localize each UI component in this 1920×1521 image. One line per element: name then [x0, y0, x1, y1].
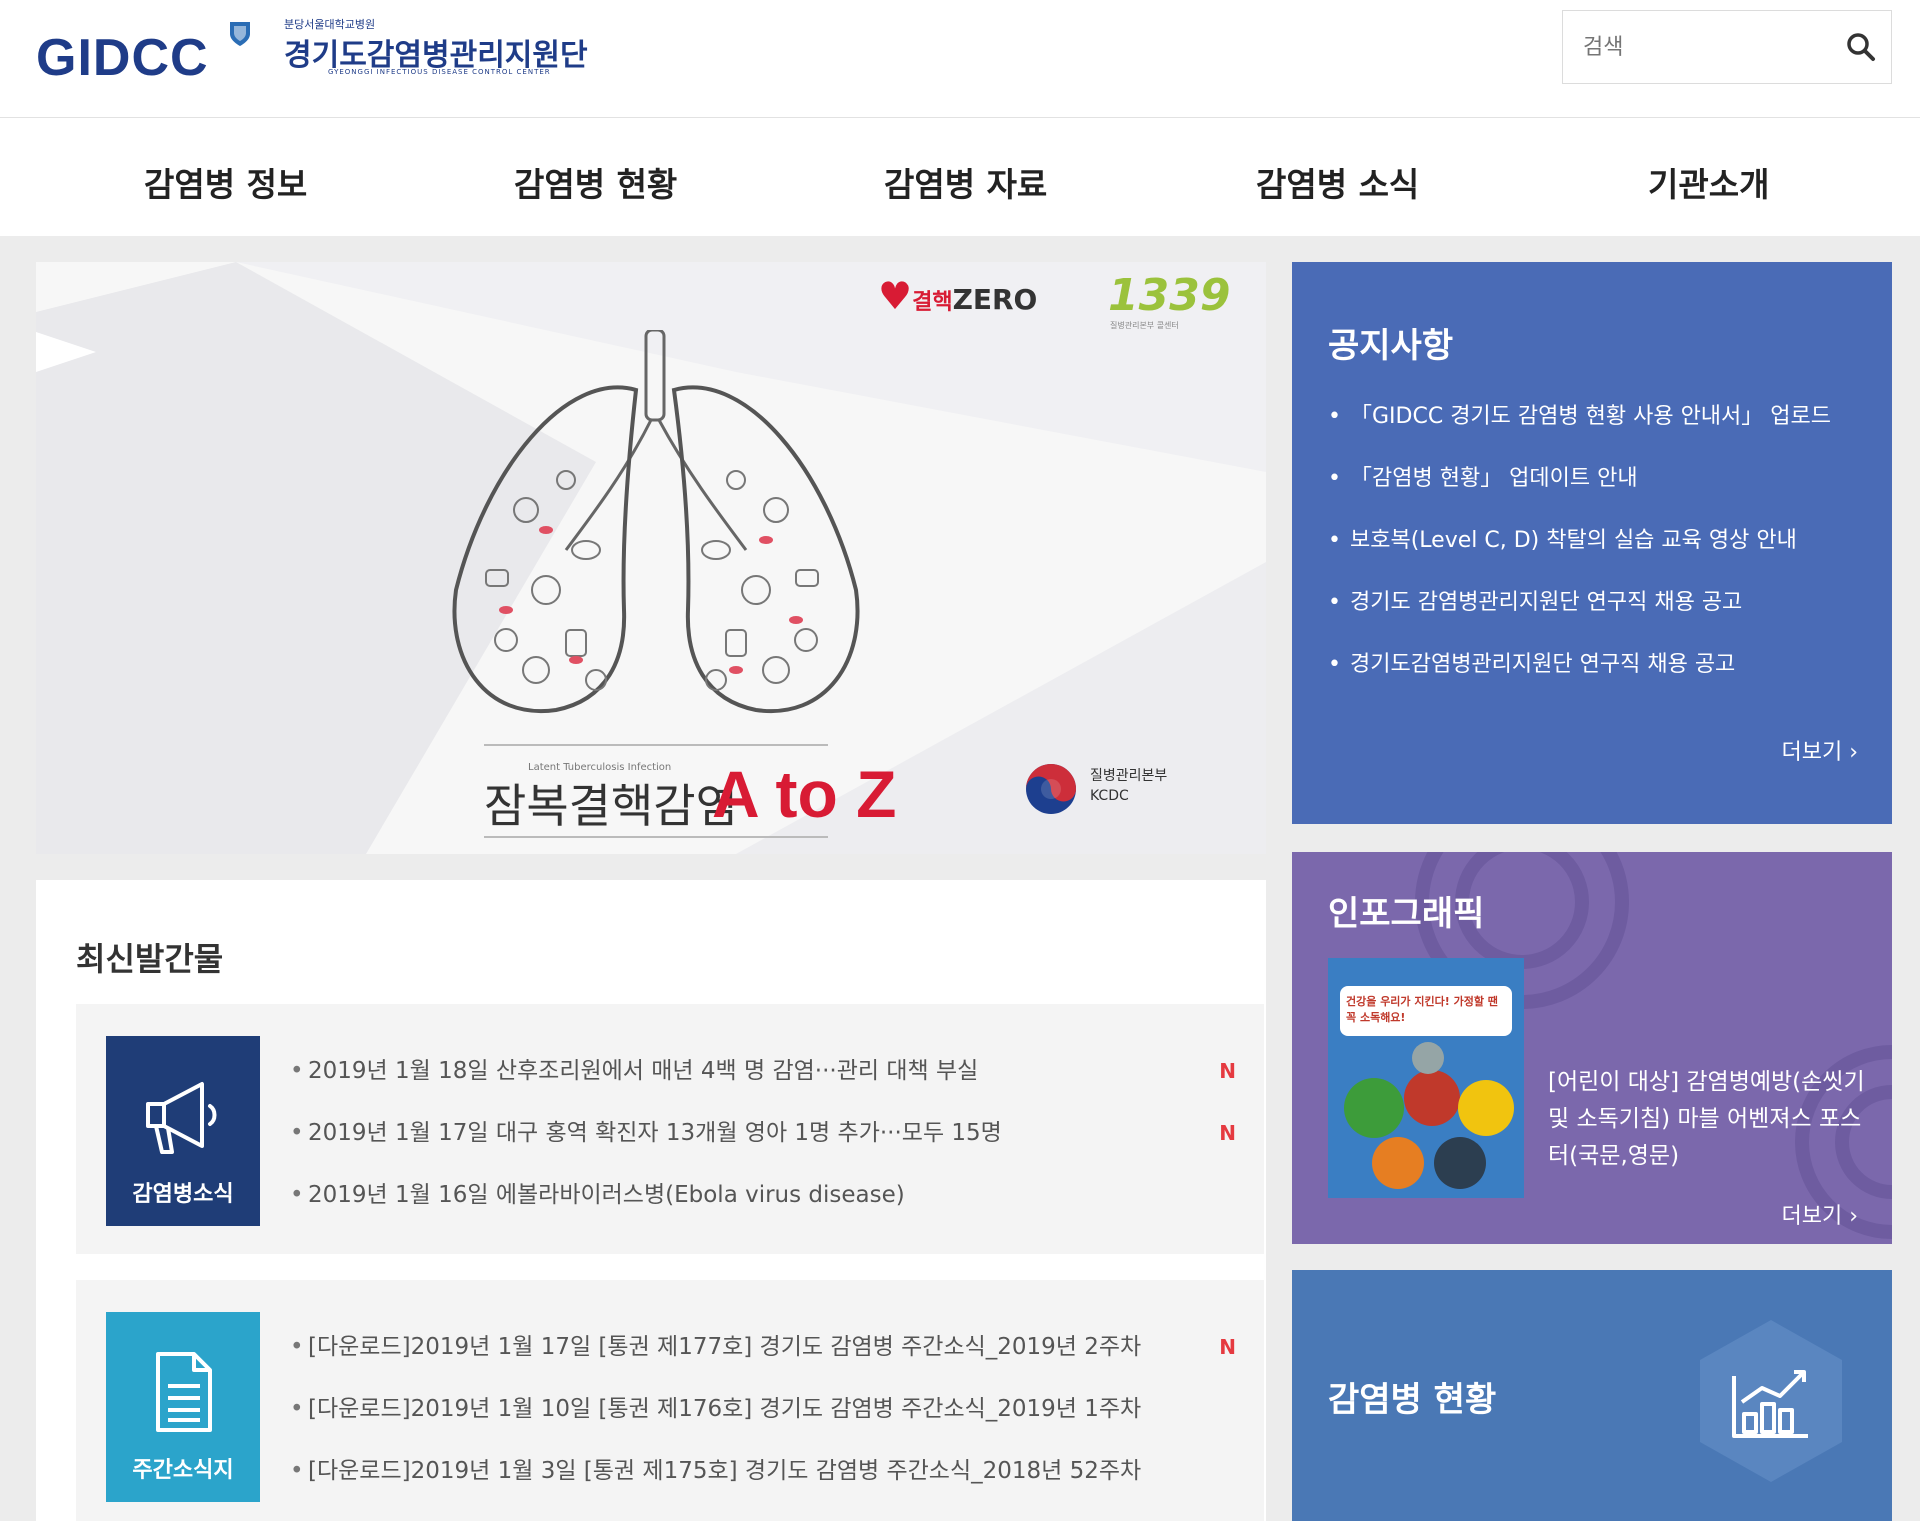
- document-icon: [156, 1352, 212, 1432]
- weekly-category-button[interactable]: 주간소식지: [106, 1312, 260, 1502]
- tb-zero-badge: ♥결핵ZERO: [878, 274, 1038, 318]
- notice-title: 공지사항: [1328, 326, 1454, 366]
- nav-item-disease-data[interactable]: 감염병 자료: [884, 158, 1047, 206]
- logo-shield-icon: [230, 22, 250, 46]
- lungs-illustration: [452, 330, 860, 714]
- latest-publications: 최신발간물 감염병소식 2019년 1월 18일 산후조리원에서 매년 4백 명…: [36, 880, 1266, 1521]
- site-header: GIDCC 분당서울대학교병원 경기도감염병관리지원단 GYEONGGI INF…: [0, 0, 1920, 118]
- news-category-button[interactable]: 감염병소식: [106, 1036, 260, 1226]
- nav-item-disease-info[interactable]: 감염병 정보: [144, 158, 307, 206]
- banner-title: 잠복결핵감염: [484, 779, 738, 833]
- site-logo[interactable]: GIDCC 분당서울대학교병원 경기도감염병관리지원단 GYEONGGI INF…: [36, 16, 596, 87]
- infographic-panel: 인포그래픽 건강을 우리가 지킨다! 가정할 땐 꼭 소독해요! [어린이 대상…: [1292, 852, 1892, 1244]
- search-input[interactable]: [1563, 11, 1833, 83]
- notice-list: 「GIDCC 경기도 감염병 현황 사용 안내서」 업로드 「감염병 현황」 업…: [1328, 386, 1878, 696]
- list-item[interactable]: 경기도 감염병관리지원단 연구직 채용 공고: [1328, 572, 1878, 634]
- main-nav: 감염병 정보 감염병 현황 감염병 자료 감염병 소식 기관소개: [0, 118, 1920, 236]
- banner-title-rule-bottom: [484, 836, 828, 838]
- megaphone-icon: [146, 1082, 217, 1154]
- new-badge: N: [1219, 1335, 1236, 1359]
- poster-text: 건강을 우리가 지킨다! 가정할 땐 꼭 소독해요!: [1346, 995, 1498, 1024]
- infographic-poster[interactable]: 건강을 우리가 지킨다! 가정할 땐 꼭 소독해요!: [1328, 958, 1524, 1198]
- infographic-more-link[interactable]: 더보기 ›: [1781, 1198, 1858, 1230]
- weekly-box: 주간소식지 [다운로드]2019년 1월 17일 [통권 제177호] 경기도 …: [76, 1280, 1264, 1521]
- kcdc-label: 질병관리본부 KCDC: [1090, 766, 1167, 806]
- logo-mark: GIDCC: [36, 29, 209, 87]
- bar-chart-icon: [1700, 1320, 1842, 1482]
- disease-status-panel[interactable]: 감염병 현황: [1292, 1270, 1892, 1521]
- publications-title: 최신발간물: [76, 940, 224, 978]
- nav-item-disease-status[interactable]: 감염병 현황: [514, 158, 677, 206]
- list-item[interactable]: 2019년 1월 16일 에볼라바이러스병(Ebola virus diseas…: [290, 1164, 1236, 1226]
- kcdc-korean: 질병관리본부: [1090, 768, 1168, 784]
- list-item[interactable]: [다운로드]2019년 1월 3일 [통권 제175호] 경기도 감염병 주간소…: [290, 1440, 1236, 1502]
- list-item[interactable]: 「감염병 현황」 업데이트 안내: [1328, 448, 1878, 510]
- banner-title-rule-top: [484, 744, 828, 746]
- banner-title-az: A to Z: [712, 757, 897, 831]
- logo-english-name: GYEONGGI INFECTIOUS DISEASE CONTROL CENT…: [328, 68, 551, 76]
- list-item[interactable]: 경기도감염병관리지원단 연구직 채용 공고: [1328, 634, 1878, 696]
- infographic-description[interactable]: [어린이 대상] 감염병예방(손씻기 및 소독기침) 마블 어벤져스 포스터(국…: [1548, 1064, 1868, 1175]
- list-item[interactable]: 2019년 1월 17일 대구 홍역 확진자 13개월 영아 1명 추가···모…: [290, 1102, 1236, 1164]
- new-badge: N: [1219, 1059, 1236, 1083]
- kcdc-taegeuk-icon: [1026, 764, 1076, 814]
- new-badge: N: [1219, 1121, 1236, 1145]
- notice-more-link[interactable]: 더보기 ›: [1781, 734, 1858, 766]
- nav-item-disease-news[interactable]: 감염병 소식: [1256, 158, 1419, 206]
- list-item[interactable]: 2019년 1월 18일 산후조리원에서 매년 4백 명 감염···관리 대책 …: [290, 1040, 1236, 1102]
- list-item[interactable]: [다운로드]2019년 1월 17일 [통권 제177호] 경기도 감염병 주간…: [290, 1316, 1236, 1378]
- weekly-list: [다운로드]2019년 1월 17일 [통권 제177호] 경기도 감염병 주간…: [290, 1316, 1236, 1502]
- search-box: [1562, 10, 1892, 84]
- news-box: 감염병소식 2019년 1월 18일 산후조리원에서 매년 4백 명 감염···…: [76, 1004, 1264, 1254]
- list-item[interactable]: 「GIDCC 경기도 감염병 현황 사용 안내서」 업로드: [1328, 386, 1878, 448]
- news-list: 2019년 1월 18일 산후조리원에서 매년 4백 명 감염···관리 대책 …: [290, 1040, 1236, 1226]
- list-item[interactable]: 보호복(Level C, D) 착탈의 실습 교육 영상 안내: [1328, 510, 1878, 572]
- hotline-1339-badge: 1339: [1108, 270, 1231, 321]
- news-category-label: 감염병소식: [132, 1182, 234, 1207]
- infographic-title: 인포그래픽: [1328, 894, 1485, 934]
- disease-status-title: 감염병 현황: [1328, 1380, 1497, 1420]
- search-icon[interactable]: [1845, 31, 1877, 63]
- kcdc-english: KCDC: [1090, 788, 1129, 804]
- hotline-1339-subtitle: 질병관리본부 콜센터: [1110, 321, 1179, 330]
- weekly-category-label: 주간소식지: [132, 1458, 234, 1483]
- list-item[interactable]: [다운로드]2019년 1월 10일 [통권 제176호] 경기도 감염병 주간…: [290, 1378, 1236, 1440]
- nav-item-about[interactable]: 기관소개: [1648, 158, 1769, 206]
- notice-panel: 공지사항 「GIDCC 경기도 감염병 현황 사용 안내서」 업로드 「감염병 …: [1292, 262, 1892, 824]
